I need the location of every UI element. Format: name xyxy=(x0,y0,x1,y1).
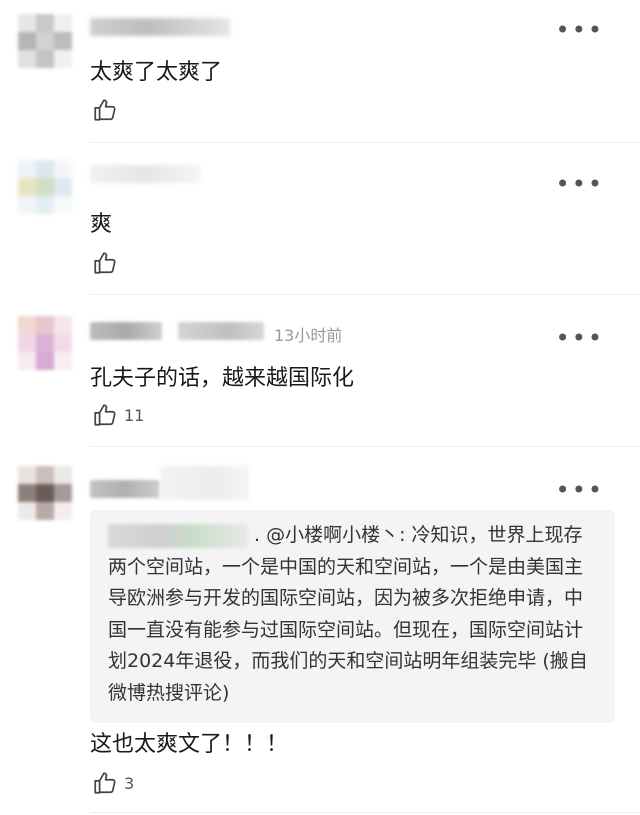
like-button[interactable]: 3 xyxy=(92,770,134,796)
quoted-username-blurred xyxy=(108,523,248,548)
username[interactable] xyxy=(90,165,200,183)
avatar[interactable] xyxy=(18,466,72,520)
like-button[interactable] xyxy=(92,250,118,276)
username[interactable] xyxy=(90,18,230,36)
avatar[interactable] xyxy=(18,316,72,370)
divider xyxy=(90,446,640,447)
comment-text: 太爽了太爽了 xyxy=(90,60,223,85)
username-suffix xyxy=(160,466,250,500)
comment-text: 这也太爽文了！！！ xyxy=(90,732,289,757)
like-count: 11 xyxy=(124,405,145,425)
like-button[interactable] xyxy=(92,97,118,123)
thumbs-up-icon xyxy=(94,772,116,794)
quoted-text: . @小楼啊小楼丶: 冷知识，世界上现存两个空间站，一个是中国的天和空间站，一个… xyxy=(108,524,588,704)
comment-text: 爽 xyxy=(90,212,113,237)
username[interactable] xyxy=(90,322,162,340)
avatar[interactable] xyxy=(18,160,72,214)
thumbs-up-icon xyxy=(94,99,116,121)
more-icon[interactable]: ••• xyxy=(556,172,604,196)
more-icon[interactable]: ••• xyxy=(556,18,604,42)
avatar[interactable] xyxy=(18,14,72,68)
thumbs-up-icon xyxy=(94,252,116,274)
divider xyxy=(90,294,640,295)
more-icon[interactable]: ••• xyxy=(556,326,604,350)
like-count: 3 xyxy=(124,773,135,793)
comment-text: 孔夫子的话，越来越国际化 xyxy=(90,366,355,391)
more-icon[interactable]: ••• xyxy=(556,478,604,502)
username[interactable] xyxy=(90,480,160,498)
like-button[interactable]: 11 xyxy=(92,402,144,428)
divider xyxy=(90,142,640,143)
divider xyxy=(90,812,640,813)
quoted-comment[interactable]: . @小楼啊小楼丶: 冷知识，世界上现存两个空间站，一个是中国的天和空间站，一个… xyxy=(90,510,615,723)
thumbs-up-icon xyxy=(94,404,116,426)
timestamp: 13小时前 xyxy=(274,326,343,345)
username-suffix xyxy=(178,322,264,340)
